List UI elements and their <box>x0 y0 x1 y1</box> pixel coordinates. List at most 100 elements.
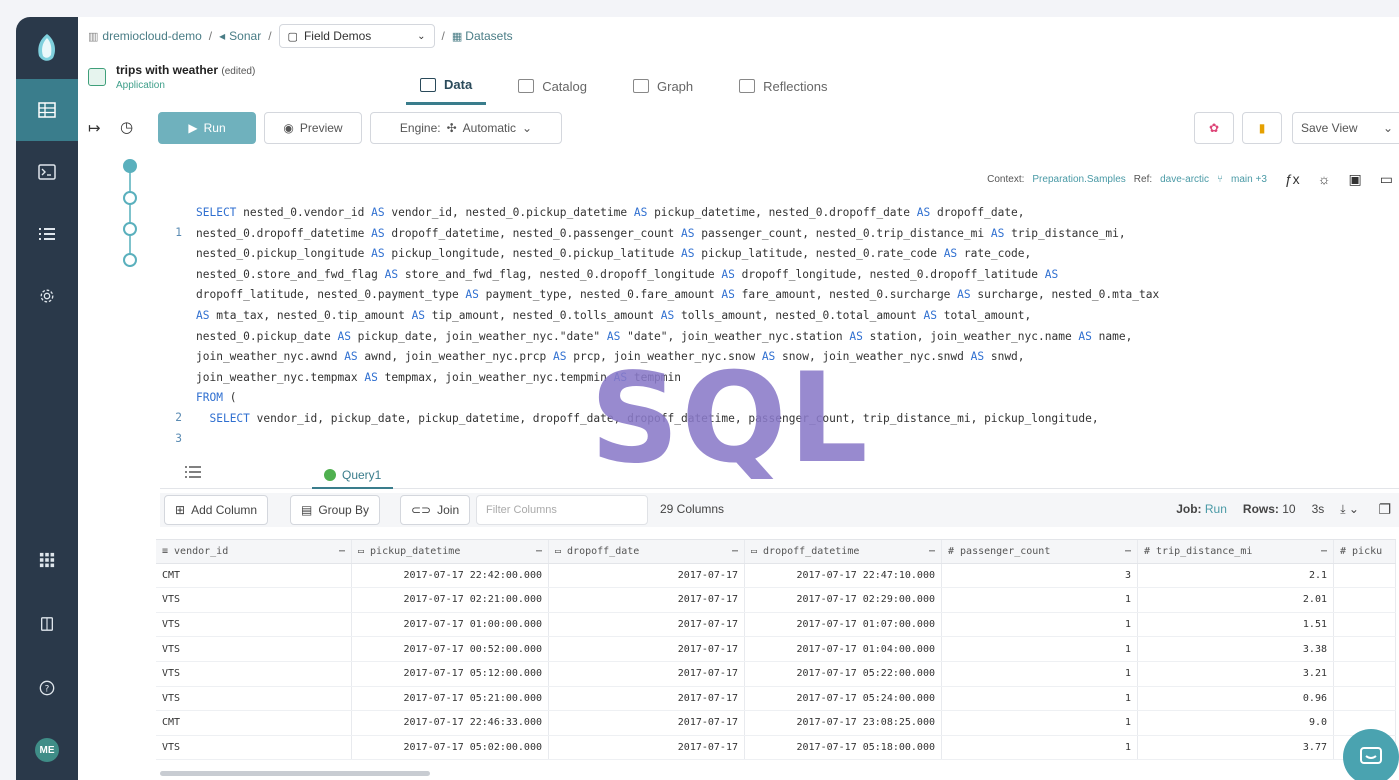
table-cell[interactable]: 2.01 <box>1138 588 1334 612</box>
ref-value[interactable]: dave-arctic <box>1160 174 1209 185</box>
table-cell[interactable]: 2017-07-17 05:24:00.000 <box>745 686 942 711</box>
tab-query1[interactable]: Query1 <box>312 463 394 489</box>
column-header-dropoff_datetime[interactable]: ▭ dropoff_datetime ⋯ <box>745 540 942 563</box>
table-cell[interactable]: 3.77 <box>1138 735 1334 760</box>
table-cell[interactable]: 2017-07-17 05:18:00.000 <box>745 735 942 760</box>
table-cell[interactable] <box>1334 637 1396 661</box>
more-options-icon[interactable]: ⋯ <box>732 546 738 557</box>
breadcrumb-source[interactable]: Sonar <box>229 29 261 43</box>
table-cell[interactable]: 2.1 <box>1138 563 1334 588</box>
table-cell[interactable]: 0.96 <box>1138 686 1334 711</box>
table-cell[interactable]: 2017-07-17 <box>549 735 745 760</box>
column-header-vendor_id[interactable]: ≡ vendor_id ⋯ <box>156 540 352 563</box>
step-current[interactable] <box>123 159 137 173</box>
table-cell[interactable] <box>1334 563 1396 588</box>
step-item[interactable] <box>123 222 137 236</box>
run-button[interactable]: ▶ Run <box>158 112 256 144</box>
table-cell[interactable]: 2017-07-17 01:07:00.000 <box>745 612 942 637</box>
table-cell[interactable]: 2017-07-17 05:12:00.000 <box>352 661 549 686</box>
sidebar-item-jobs[interactable] <box>16 203 78 265</box>
settings-button[interactable]: ✿ <box>1194 112 1234 144</box>
image-icon[interactable]: ▣ <box>1349 171 1362 188</box>
column-header-trip_distance_mi[interactable]: # trip_distance_mi ⋯ <box>1138 540 1334 563</box>
table-cell[interactable]: 1 <box>942 686 1138 711</box>
table-cell[interactable]: VTS <box>156 588 352 612</box>
table-cell[interactable]: 2017-07-17 22:47:10.000 <box>745 563 942 588</box>
sun-icon[interactable]: ☼ <box>1318 171 1331 187</box>
folder-select[interactable]: ▢ Field Demos ⌄ <box>278 24 435 48</box>
sidebar-item-apps[interactable] <box>16 529 78 591</box>
table-cell[interactable]: VTS <box>156 686 352 711</box>
table-cell[interactable]: VTS <box>156 735 352 760</box>
sidebar-item-docs[interactable] <box>16 593 78 655</box>
sidebar-item-settings[interactable] <box>16 265 78 327</box>
save-view-button[interactable]: Save View ⌄ <box>1292 112 1399 144</box>
history-icon[interactable]: ◷ <box>120 118 133 136</box>
filter-columns-input[interactable]: Filter Columns <box>476 495 648 525</box>
sidebar-item-help[interactable]: ? <box>16 657 78 719</box>
more-options-icon[interactable]: ⋯ <box>1321 546 1327 557</box>
group-by-button[interactable]: ▤ Group By <box>290 495 381 525</box>
table-cell[interactable] <box>1334 588 1396 612</box>
tab-data[interactable]: Data <box>406 67 487 105</box>
column-header-dropoff_date[interactable]: ▭ dropoff_date ⋯ <box>549 540 745 563</box>
keyboard-icon[interactable]: ▭ <box>1380 171 1393 188</box>
table-cell[interactable]: 2017-07-17 <box>549 588 745 612</box>
table-cell[interactable] <box>1334 661 1396 686</box>
engine-select[interactable]: Engine: ✣ Automatic ⌄ <box>370 112 562 144</box>
function-icon[interactable]: ƒx <box>1285 171 1300 187</box>
table-cell[interactable]: 2017-07-17 <box>549 686 745 711</box>
more-options-icon[interactable]: ⋯ <box>536 546 542 557</box>
table-cell[interactable] <box>1334 612 1396 637</box>
table-cell[interactable]: VTS <box>156 637 352 661</box>
table-cell[interactable]: 1 <box>942 735 1138 760</box>
table-cell[interactable]: 2017-07-17 <box>549 563 745 588</box>
more-options-icon[interactable]: ⋯ <box>929 546 935 557</box>
more-options-icon[interactable]: ⋯ <box>1125 546 1131 557</box>
sidebar-item-user[interactable]: ME <box>16 719 78 780</box>
step-item[interactable] <box>123 191 137 205</box>
table-cell[interactable]: 2017-07-17 <box>549 637 745 661</box>
table-cell[interactable]: 2017-07-17 23:08:25.000 <box>745 711 942 735</box>
table-cell[interactable]: 2017-07-17 22:46:33.000 <box>352 711 549 735</box>
table-cell[interactable]: 2017-07-17 <box>549 661 745 686</box>
join-button[interactable]: ⊂⊃ Join <box>400 495 471 525</box>
table-cell[interactable]: 2017-07-17 <box>549 711 745 735</box>
preview-button[interactable]: ◉ Preview <box>264 112 362 144</box>
branch-value[interactable]: main +3 <box>1231 174 1267 185</box>
step-item[interactable] <box>123 253 137 267</box>
table-cell[interactable]: 2017-07-17 01:04:00.000 <box>745 637 942 661</box>
column-header-pickup_datetime[interactable]: ▭ pickup_datetime ⋯ <box>352 540 549 563</box>
table-cell[interactable]: 1 <box>942 588 1138 612</box>
tab-reflections[interactable]: Reflections <box>725 67 841 105</box>
table-cell[interactable]: 3.38 <box>1138 637 1334 661</box>
table-cell[interactable]: 2017-07-17 01:00:00.000 <box>352 612 549 637</box>
table-cell[interactable]: VTS <box>156 661 352 686</box>
table-cell[interactable]: 2017-07-17 00:52:00.000 <box>352 637 549 661</box>
table-cell[interactable]: 1 <box>942 661 1138 686</box>
horizontal-scrollbar[interactable] <box>160 771 430 776</box>
table-cell[interactable]: 2017-07-17 05:02:00.000 <box>352 735 549 760</box>
tab-catalog[interactable]: Catalog <box>504 67 601 105</box>
table-cell[interactable]: 1 <box>942 612 1138 637</box>
more-options-icon[interactable]: ⋯ <box>339 546 345 557</box>
powerbi-button[interactable]: ▮ <box>1242 112 1282 144</box>
dremio-logo[interactable] <box>16 17 78 79</box>
sidebar-item-sql-runner[interactable] <box>16 141 78 203</box>
table-cell[interactable]: 2017-07-17 <box>549 612 745 637</box>
table-cell[interactable]: 3.21 <box>1138 661 1334 686</box>
table-cell[interactable]: VTS <box>156 612 352 637</box>
table-cell[interactable]: 2017-07-17 02:21:00.000 <box>352 588 549 612</box>
table-cell[interactable]: 1 <box>942 637 1138 661</box>
tab-graph[interactable]: Graph <box>619 67 707 105</box>
column-header-passenger_count[interactable]: # passenger_count ⋯ <box>942 540 1138 563</box>
table-cell[interactable]: 1 <box>942 711 1138 735</box>
table-cell[interactable] <box>1334 686 1396 711</box>
table-cell[interactable]: 2017-07-17 02:29:00.000 <box>745 588 942 612</box>
sidebar-item-datasets[interactable] <box>16 79 78 141</box>
breadcrumb-space[interactable]: dremiocloud-demo <box>102 29 201 43</box>
table-cell[interactable]: 2017-07-17 05:21:00.000 <box>352 686 549 711</box>
download-icon[interactable]: ⤓ ⌄ <box>1340 502 1359 517</box>
table-cell[interactable]: 2017-07-17 05:22:00.000 <box>745 661 942 686</box>
copy-icon[interactable]: ❐ <box>1378 501 1391 518</box>
